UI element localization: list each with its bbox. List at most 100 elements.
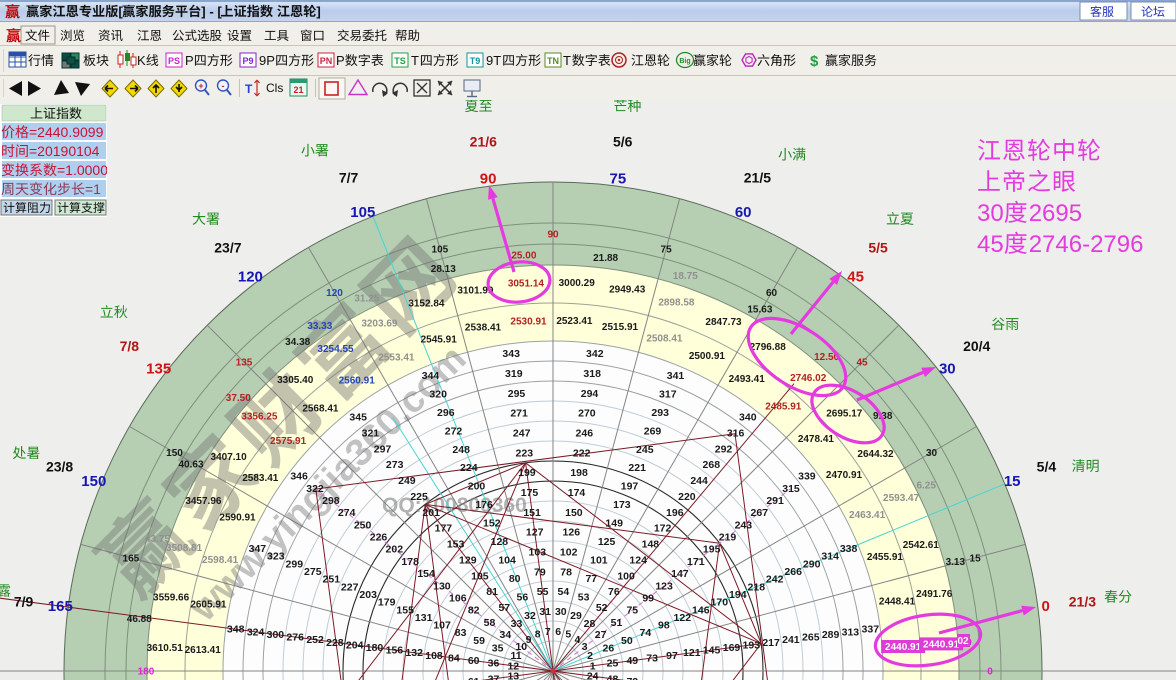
- svg-text:2508.41: 2508.41: [646, 334, 683, 345]
- svg-text:248: 248: [452, 444, 470, 456]
- svg-text:6.25: 6.25: [916, 480, 936, 491]
- svg-text:121: 121: [683, 647, 701, 659]
- svg-text:103: 103: [529, 547, 547, 559]
- svg-text:316: 316: [727, 428, 745, 440]
- svg-text:5/5: 5/5: [868, 239, 888, 255]
- svg-text:173: 173: [613, 499, 631, 511]
- svg-text:2485.91: 2485.91: [765, 402, 802, 413]
- svg-text:2542.61: 2542.61: [903, 540, 940, 551]
- svg-text:292: 292: [715, 443, 733, 455]
- svg-text:169: 169: [723, 642, 741, 654]
- svg-text:3407.10: 3407.10: [211, 452, 248, 463]
- svg-text:320: 320: [429, 388, 447, 400]
- svg-text:2590.91: 2590.91: [219, 513, 256, 524]
- svg-text:21.88: 21.88: [593, 253, 618, 264]
- svg-text:2898.58: 2898.58: [658, 298, 695, 309]
- svg-text:2605.91: 2605.91: [190, 600, 227, 611]
- svg-text:226: 226: [370, 532, 388, 544]
- svg-text:337: 337: [862, 624, 880, 636]
- svg-text:122: 122: [674, 612, 692, 624]
- svg-text:338: 338: [840, 543, 858, 555]
- svg-text:3305.40: 3305.40: [277, 375, 314, 386]
- svg-text:125: 125: [598, 536, 616, 548]
- svg-text:132: 132: [405, 647, 423, 659]
- svg-text:02: 02: [957, 636, 969, 647]
- svg-text:105: 105: [432, 244, 449, 255]
- svg-text:155: 155: [396, 604, 414, 616]
- svg-text:348: 348: [227, 624, 245, 636]
- svg-text:3356.25: 3356.25: [241, 411, 278, 422]
- svg-text:317: 317: [659, 388, 677, 400]
- svg-text:146: 146: [692, 604, 710, 616]
- svg-text:2: 2: [587, 650, 593, 662]
- svg-text:P9: P9: [242, 56, 253, 66]
- svg-text:100: 100: [617, 570, 635, 582]
- svg-text:2530.91: 2530.91: [510, 316, 547, 327]
- svg-text:90: 90: [480, 170, 497, 187]
- svg-text:75: 75: [626, 605, 638, 617]
- svg-text:99: 99: [642, 592, 654, 604]
- svg-text:2644.32: 2644.32: [857, 449, 894, 460]
- svg-text:299: 299: [286, 558, 304, 570]
- svg-text:104: 104: [498, 555, 516, 567]
- svg-text:2448.41: 2448.41: [879, 597, 916, 608]
- svg-text:180: 180: [138, 667, 155, 678]
- svg-text:37: 37: [488, 673, 500, 680]
- svg-text:225: 225: [410, 491, 428, 503]
- svg-text:275: 275: [304, 566, 322, 578]
- svg-text:21: 21: [293, 85, 303, 95]
- svg-text:60: 60: [468, 655, 480, 667]
- svg-text:105: 105: [350, 204, 375, 221]
- svg-text:25: 25: [607, 658, 619, 670]
- svg-text:165: 165: [48, 598, 73, 615]
- svg-text:3508.81: 3508.81: [166, 543, 203, 554]
- svg-text:37.50: 37.50: [226, 393, 251, 404]
- svg-text:201: 201: [422, 507, 440, 519]
- svg-text:3000.29: 3000.29: [559, 278, 596, 289]
- svg-text:3.13: 3.13: [946, 557, 966, 568]
- svg-text:131: 131: [415, 612, 433, 624]
- svg-text:340: 340: [739, 412, 757, 424]
- svg-text:150: 150: [565, 507, 583, 519]
- svg-text:49: 49: [626, 655, 638, 667]
- svg-text:79: 79: [534, 566, 546, 578]
- svg-text:15.63: 15.63: [747, 305, 772, 316]
- svg-text:170: 170: [711, 597, 729, 609]
- svg-text:2847.73: 2847.73: [705, 317, 742, 328]
- svg-text:5: 5: [565, 629, 571, 641]
- svg-text:324: 324: [247, 626, 265, 638]
- svg-text:314: 314: [821, 551, 839, 563]
- svg-text:] - [: ] - [: [201, 4, 222, 19]
- svg-text:P: P: [185, 53, 194, 68]
- svg-text:$: $: [810, 53, 819, 70]
- svg-text:30: 30: [555, 606, 567, 618]
- svg-text:276: 276: [286, 632, 304, 644]
- svg-text:5/4: 5/4: [1037, 459, 1057, 475]
- svg-text:23/8: 23/8: [46, 459, 73, 475]
- svg-text:2470.91: 2470.91: [826, 470, 863, 481]
- svg-text:124: 124: [629, 554, 647, 566]
- svg-text:5/6: 5/6: [613, 134, 633, 150]
- svg-text:265: 265: [802, 632, 820, 644]
- svg-text:339: 339: [798, 471, 816, 483]
- svg-text:=1: =1: [85, 181, 101, 197]
- svg-text:266: 266: [784, 566, 802, 578]
- svg-text:Big: Big: [679, 58, 690, 65]
- svg-text:179: 179: [378, 597, 396, 609]
- svg-text:56: 56: [517, 592, 529, 604]
- svg-text:153: 153: [447, 539, 465, 551]
- svg-text:7: 7: [545, 626, 551, 638]
- svg-text:83: 83: [455, 627, 467, 639]
- svg-text:3: 3: [582, 641, 588, 653]
- svg-text:295: 295: [508, 388, 526, 400]
- svg-text:2560.91: 2560.91: [339, 376, 376, 387]
- svg-text:33.33: 33.33: [307, 321, 332, 332]
- svg-text:53: 53: [578, 592, 590, 604]
- svg-text:46.88: 46.88: [127, 614, 152, 625]
- svg-text:221: 221: [628, 462, 646, 474]
- svg-text:154: 154: [417, 568, 435, 580]
- svg-text:32: 32: [524, 610, 536, 622]
- svg-text:2455.91: 2455.91: [867, 552, 904, 563]
- svg-text:75: 75: [610, 170, 627, 187]
- svg-text:43.75: 43.75: [145, 534, 170, 545]
